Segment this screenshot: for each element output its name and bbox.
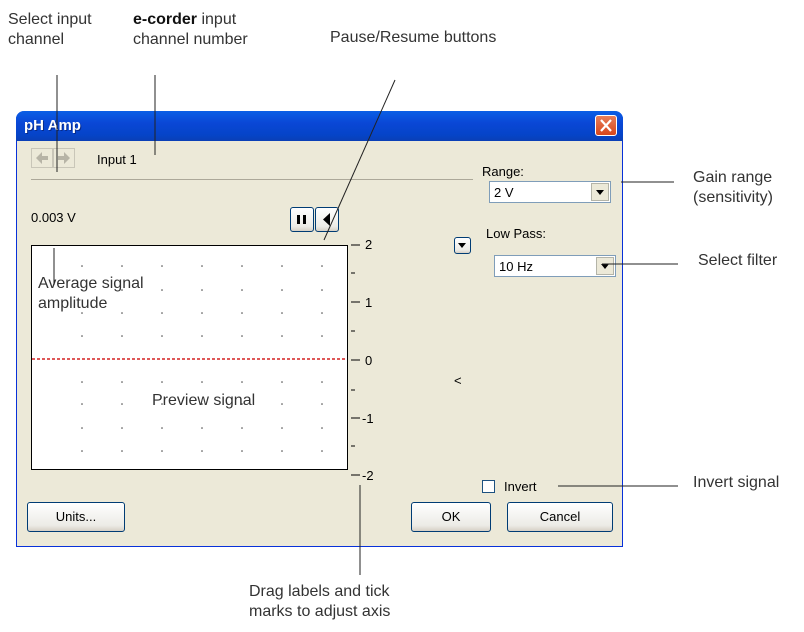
annotation-leader-lines [53,75,678,575]
